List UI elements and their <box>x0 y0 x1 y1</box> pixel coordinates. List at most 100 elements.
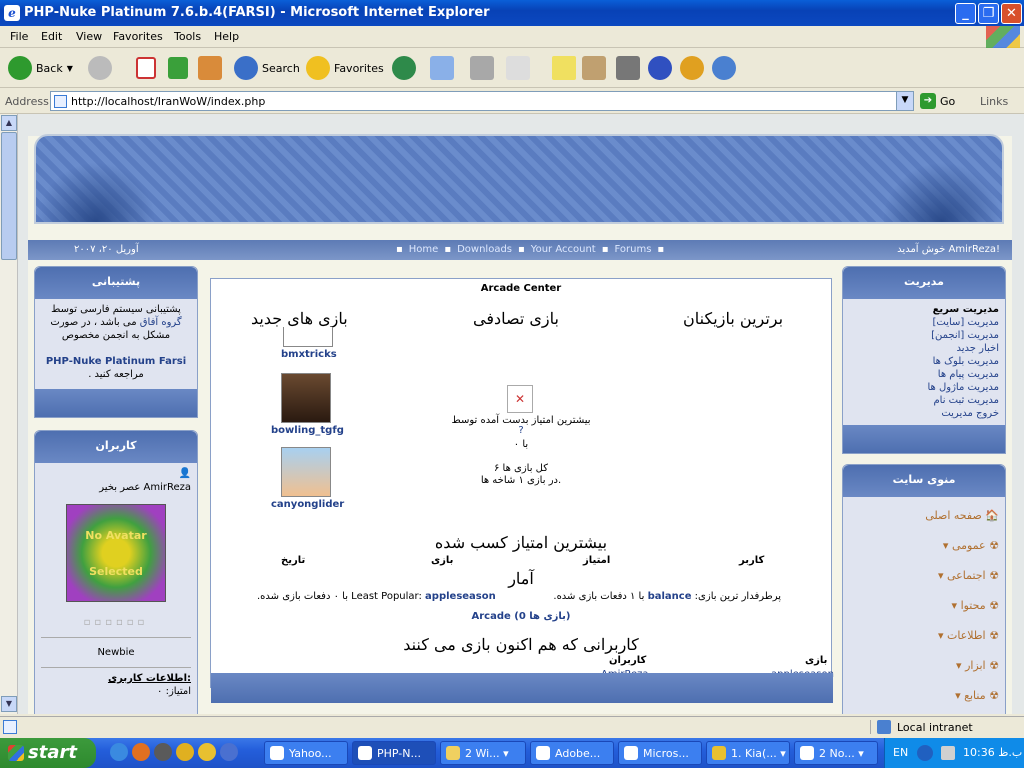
address-input[interactable]: http://localhost/IranWoW/index.php ▼ <box>50 91 914 111</box>
admin-link-news[interactable]: اخبار جدید <box>849 342 1000 355</box>
maximize-button[interactable]: ❐ <box>978 3 999 24</box>
task-kia[interactable]: 1. Kia(... ▾ <box>706 741 790 765</box>
admin-body: مدیریت سریع مدیریت [سایت] مدیریت [انجمن]… <box>843 299 1005 424</box>
support-block: پشتیبانی پشتیبانی سیستم فارسی توسط گروه … <box>34 266 198 418</box>
scroll-thumb[interactable] <box>1 132 17 260</box>
minimize-button[interactable]: _ <box>955 3 976 24</box>
back-button[interactable]: Back ▼ <box>8 54 73 82</box>
greeting-text: عصر بخیر AmirReza <box>99 482 191 493</box>
user-info-heading[interactable]: اطلاعات کاربری: <box>41 667 191 685</box>
most-popular-game-link[interactable]: balance <box>648 591 692 602</box>
nav-downloads[interactable]: Downloads <box>457 244 512 255</box>
history-button[interactable] <box>392 54 416 82</box>
top-players-heading: برترین بازیکنان <box>683 309 784 328</box>
menu-item-content[interactable]: ☢ محتوا ▾ <box>849 591 999 621</box>
menu-item-resources[interactable]: ☢ منابع ▾ <box>849 681 999 711</box>
system-tray: EN 10:36 ب.ظ <box>884 738 1024 768</box>
nav-your-account[interactable]: Your Account <box>531 244 596 255</box>
scroll-down-button[interactable]: ▼ <box>1 696 17 712</box>
yahoo-button[interactable] <box>680 54 704 82</box>
admin-link-modules[interactable]: مدیریت ماژول ها <box>849 381 999 394</box>
admin-link-messages[interactable]: مدیریت پیام ها <box>849 368 999 381</box>
admin-link-registration[interactable]: مدیریت ثبت نام <box>849 394 999 407</box>
menu-tools[interactable]: Tools <box>174 30 201 43</box>
menu-item-info[interactable]: ☢ اطلاعات ▾ <box>849 621 999 651</box>
vertical-scrollbar[interactable]: ▲ ▼ <box>0 114 18 714</box>
favorites-label: Favorites <box>334 61 384 75</box>
edit-button[interactable] <box>506 54 530 82</box>
tray-arrow-icon[interactable] <box>917 745 933 761</box>
admin-title: مدیریت <box>843 267 1005 299</box>
menu-item-general[interactable]: ☢ عمومی ▾ <box>849 531 999 561</box>
refresh-button[interactable] <box>168 54 188 82</box>
menu-item-social[interactable]: ☢ اجتماعی ▾ <box>849 561 999 591</box>
admin-link-blocks[interactable]: مدیریت بلوک ها <box>849 355 999 368</box>
go-button[interactable]: ➔ Go <box>920 93 955 109</box>
clock[interactable]: 10:36 ب.ظ <box>963 746 1022 759</box>
messenger-button[interactable] <box>616 54 640 82</box>
game-canyonglider[interactable]: canyonglider <box>271 447 344 510</box>
tool-button[interactable] <box>648 54 672 82</box>
menu-view[interactable]: View <box>76 30 102 43</box>
links-button[interactable]: Links <box>980 95 1008 108</box>
least-popular-game-link[interactable]: appleseason <box>425 591 496 602</box>
windows-logo-icon <box>8 745 24 761</box>
mail-button[interactable] <box>430 54 454 82</box>
start-button[interactable]: start <box>0 738 96 768</box>
nav-bullet: ▪ <box>657 244 665 255</box>
admin-block: مدیریت مدیریت سریع مدیریت [سایت] مدیریت … <box>842 266 1006 454</box>
game-bowling[interactable]: bowling_tgfg <box>271 373 344 436</box>
search-button[interactable]: Search <box>234 54 300 82</box>
admin-logout-link[interactable]: خروج مدیریت <box>849 407 999 420</box>
menu-favorites[interactable]: Favorites <box>113 30 163 43</box>
home-button[interactable] <box>198 54 222 82</box>
menu-item-tools[interactable]: ☢ ابزار ▾ <box>849 651 999 681</box>
arcade-category-link[interactable]: Arcade (0 بازی ها) <box>211 611 831 622</box>
support-product-link[interactable]: PHP-Nuke Platinum Farsi <box>46 356 186 367</box>
task-adobe[interactable]: Adobe... <box>530 741 614 765</box>
print-button[interactable] <box>470 54 494 82</box>
scroll-up-button[interactable]: ▲ <box>1 115 17 131</box>
task-microsoft[interactable]: Micros... <box>618 741 702 765</box>
task-windows-explorer[interactable]: 2 Wi... ▾ <box>440 741 526 765</box>
yahoo-quicklaunch-icon[interactable] <box>198 743 216 761</box>
address-dropdown[interactable]: ▼ <box>896 92 913 110</box>
admin-link-forum[interactable]: مدیریت [انجمن] <box>849 329 999 342</box>
research-button[interactable] <box>582 54 606 82</box>
admin-link-site[interactable]: مدیریت [سایت] <box>849 316 999 329</box>
close-button[interactable]: ✕ <box>1001 3 1022 24</box>
language-indicator[interactable]: EN <box>893 746 908 759</box>
discuss-button[interactable] <box>552 54 576 82</box>
menu-item-label: صفحه اصلی <box>925 509 982 522</box>
current-date: آوریل ۲۰، ۲۰۰۷ <box>74 244 139 255</box>
menu-item-label: ابزار <box>965 659 986 672</box>
window-title: PHP-Nuke Platinum 7.6.b.4(FARSI) - Micro… <box>24 5 490 20</box>
app-quicklaunch-icon[interactable] <box>220 743 238 761</box>
game-bmxtricks[interactable]: bmxtricks <box>281 327 337 360</box>
users-button[interactable] <box>712 54 736 82</box>
broken-image-icon: ✕ <box>507 385 533 413</box>
menu-file[interactable]: File <box>10 30 28 43</box>
pager-dots[interactable]: ▫▫▫▫▫▫ <box>41 616 191 629</box>
most-popular-stat: پرطرفدار ترین بازی: balance با ۱ دفعات ب… <box>553 591 781 602</box>
ie-quicklaunch-icon[interactable] <box>110 743 128 761</box>
messenger-quicklaunch-icon[interactable] <box>176 743 194 761</box>
avatar: No Avatar Selected <box>66 504 166 602</box>
support-link[interactable]: گروه آفاق <box>140 317 182 328</box>
task-php-nuke[interactable]: PHP-N... <box>352 741 436 765</box>
users-icon <box>712 56 736 80</box>
firefox-quicklaunch-icon[interactable] <box>132 743 150 761</box>
radiation-icon: ☢ <box>989 599 999 612</box>
stop-button[interactable] <box>136 54 156 82</box>
menu-edit[interactable]: Edit <box>41 30 62 43</box>
nav-forums[interactable]: Forums <box>614 244 651 255</box>
forward-button[interactable] <box>88 54 112 82</box>
task-notepad[interactable]: 2 No... ▾ <box>794 741 878 765</box>
menu-help[interactable]: Help <box>214 30 239 43</box>
menu-item-home[interactable]: 🏠 صفحه اصلی <box>849 501 999 531</box>
media-quicklaunch-icon[interactable] <box>154 743 172 761</box>
tray-app-icon[interactable] <box>941 746 955 760</box>
favorites-button[interactable]: Favorites <box>306 54 384 82</box>
task-yahoo[interactable]: Yahoo... <box>264 741 348 765</box>
nav-home[interactable]: Home <box>409 244 439 255</box>
